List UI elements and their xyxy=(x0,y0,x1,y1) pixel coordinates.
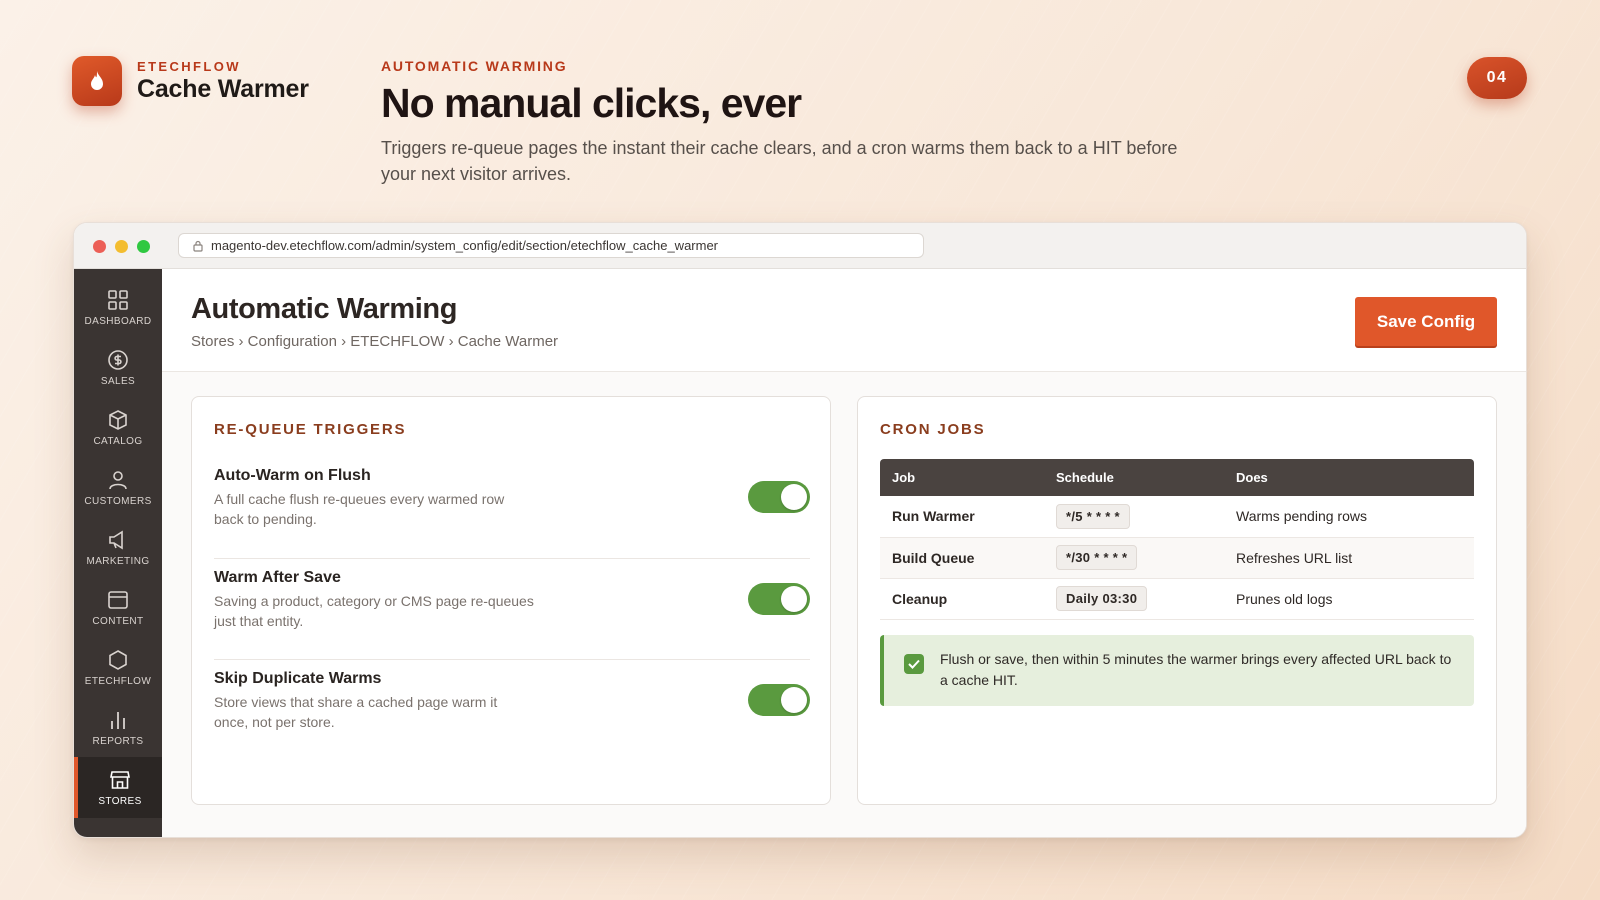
cron-schedule: Daily 03:30 xyxy=(1056,586,1148,611)
toggle-knob xyxy=(781,586,807,612)
column-header-does: Does xyxy=(1224,459,1474,496)
sidebar-item-content[interactable]: CONTENT xyxy=(74,577,162,638)
browser-window: magento-dev.etechflow.com/admin/system_c… xyxy=(73,222,1527,838)
table-header-row: Job Schedule Does xyxy=(880,459,1474,496)
lock-icon xyxy=(193,240,203,252)
cron-jobs-table: Job Schedule Does Run Warmer */5 * * * *… xyxy=(880,459,1474,620)
close-window-button[interactable] xyxy=(93,240,106,253)
toggle-knob xyxy=(781,687,807,713)
dollar-icon xyxy=(107,348,129,372)
sidebar-item-label: CUSTOMERS xyxy=(84,496,152,507)
table-row: Build Queue */30 * * * * Refreshes URL l… xyxy=(880,537,1474,579)
sidebar-item-customers[interactable]: CUSTOMERS xyxy=(74,457,162,518)
auto-warm-on-flush-toggle[interactable] xyxy=(748,481,810,513)
brand: ETECHFLOW Cache Warmer xyxy=(72,56,309,106)
page-header: Automatic Warming Stores › Configuration… xyxy=(162,269,1526,372)
cube-icon xyxy=(107,408,129,432)
minimize-window-button[interactable] xyxy=(115,240,128,253)
sidebar-item-stores[interactable]: STORES xyxy=(74,757,162,818)
cron-job-does: Prunes old logs xyxy=(1224,578,1474,620)
sidebar-item-label: REPORTS xyxy=(92,736,144,747)
cron-job-does: Refreshes URL list xyxy=(1224,537,1474,579)
trigger-name: Skip Duplicate Warms xyxy=(214,670,382,687)
hero-kicker: AUTOMATIC WARMING xyxy=(381,58,568,74)
store-icon xyxy=(109,768,131,792)
main-content: Automatic Warming Stores › Configuration… xyxy=(162,269,1526,837)
trigger-auto-warm-on-flush: Auto-Warm on Flush A full cache flush re… xyxy=(214,467,810,559)
sidebar-item-label: MARKETING xyxy=(86,556,150,567)
admin-sidebar: DASHBOARD SALES CATALOG CUSTOMERS MARKET… xyxy=(74,269,162,837)
breadcrumb: Stores › Configuration › ETECHFLOW › Cac… xyxy=(191,333,559,350)
sidebar-item-reports[interactable]: REPORTS xyxy=(74,697,162,758)
layout-icon xyxy=(107,588,129,612)
trigger-description: Saving a product, category or CMS page r… xyxy=(214,593,534,629)
column-header-schedule: Schedule xyxy=(1044,459,1224,496)
sidebar-item-marketing[interactable]: MARKETING xyxy=(74,517,162,578)
trigger-skip-duplicate-warms: Skip Duplicate Warms Store views that sh… xyxy=(214,670,810,760)
hexagon-icon xyxy=(107,648,129,672)
maximize-window-button[interactable] xyxy=(137,240,150,253)
hero-title: No manual clicks, ever xyxy=(381,80,802,126)
trigger-description: Store views that share a cached page war… xyxy=(214,694,498,730)
sidebar-item-label: SALES xyxy=(100,376,136,387)
address-bar[interactable]: magento-dev.etechflow.com/admin/system_c… xyxy=(178,233,924,258)
flame-icon xyxy=(72,56,122,106)
slide-number-badge: 04 xyxy=(1467,57,1527,99)
cron-job-name: Build Queue xyxy=(880,537,1044,579)
sidebar-item-label: CATALOG xyxy=(93,436,143,447)
cron-card-title: CRON JOBS xyxy=(880,421,986,438)
sidebar-item-etechflow[interactable]: ETECHFLOW xyxy=(74,637,162,698)
browser-titlebar: magento-dev.etechflow.com/admin/system_c… xyxy=(74,223,1526,269)
trigger-name: Warm After Save xyxy=(214,569,341,586)
column-header-job: Job xyxy=(880,459,1044,496)
cron-jobs-card: CRON JOBS Job Schedule Does Run Warmer *… xyxy=(857,396,1497,805)
toggle-knob xyxy=(781,484,807,510)
note-text: Flush or save, then within 5 minutes the… xyxy=(940,651,1452,688)
megaphone-icon xyxy=(107,528,129,552)
trigger-description: A full cache flush re-queues every warme… xyxy=(214,491,505,527)
requeue-triggers-card: RE-QUEUE TRIGGERS Auto-Warm on Flush A f… xyxy=(191,396,831,805)
trigger-name: Auto-Warm on Flush xyxy=(214,467,371,484)
sidebar-item-label: STORES xyxy=(98,796,142,807)
sidebar-item-dashboard[interactable]: DASHBOARD xyxy=(74,277,162,338)
person-icon xyxy=(107,468,129,492)
warm-after-save-toggle[interactable] xyxy=(748,583,810,615)
bar-chart-icon xyxy=(107,708,129,732)
grid-icon xyxy=(107,288,129,312)
save-config-button[interactable]: Save Config xyxy=(1355,297,1497,346)
address-url: magento-dev.etechflow.com/admin/system_c… xyxy=(211,238,719,253)
checkbox-check-icon xyxy=(904,654,924,674)
hero-description: Triggers re-queue pages the instant thei… xyxy=(381,138,1178,184)
cron-schedule: */5 * * * * xyxy=(1056,503,1130,529)
triggers-card-title: RE-QUEUE TRIGGERS xyxy=(214,421,407,438)
sidebar-item-label: ETECHFLOW xyxy=(84,676,152,687)
sidebar-item-label: CONTENT xyxy=(92,616,144,627)
sidebar-item-catalog[interactable]: CATALOG xyxy=(74,397,162,458)
page-title: Automatic Warming xyxy=(191,293,458,325)
success-note: Flush or save, then within 5 minutes the… xyxy=(880,635,1474,706)
hero: AUTOMATIC WARMING No manual clicks, ever… xyxy=(381,58,1201,187)
cron-schedule: */30 * * * * xyxy=(1056,545,1138,570)
trigger-warm-after-save: Warm After Save Saving a product, catego… xyxy=(214,569,810,660)
table-row: Cleanup Daily 03:30 Prunes old logs xyxy=(880,578,1474,620)
brand-name: Cache Warmer xyxy=(137,74,309,103)
brand-kicker: ETECHFLOW xyxy=(137,58,241,74)
sidebar-item-sales[interactable]: SALES xyxy=(74,337,162,398)
cron-job-name: Cleanup xyxy=(880,578,1044,620)
table-row: Run Warmer */5 * * * * Warms pending row… xyxy=(880,496,1474,538)
skip-duplicate-warms-toggle[interactable] xyxy=(748,684,810,716)
cron-job-does: Warms pending rows xyxy=(1224,496,1474,538)
cron-job-name: Run Warmer xyxy=(880,496,1044,538)
sidebar-item-label: DASHBOARD xyxy=(84,316,152,327)
